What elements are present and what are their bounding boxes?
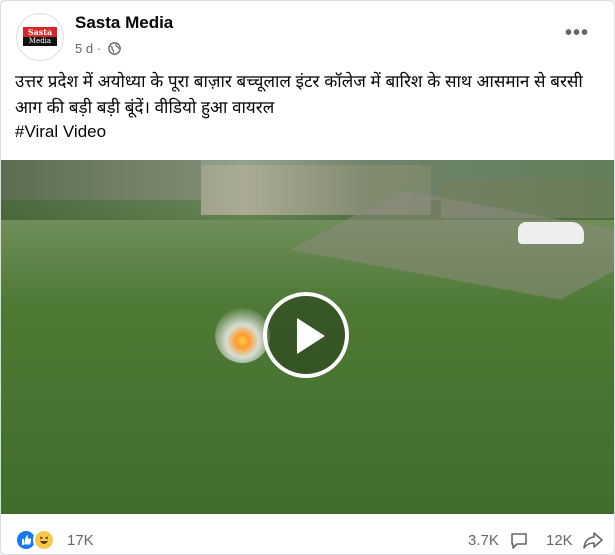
avatar-logo-bottom: Media — [23, 37, 57, 46]
share-icon[interactable] — [582, 530, 604, 554]
comment-count[interactable]: 3.7K — [468, 532, 499, 549]
video-player[interactable] — [1, 160, 614, 514]
comment-icon[interactable] — [509, 531, 529, 554]
page-avatar[interactable]: Sasta Media — [16, 13, 64, 61]
play-icon[interactable] — [263, 292, 349, 378]
avatar-logo-top: Sasta — [23, 27, 57, 37]
video-car — [518, 222, 584, 244]
video-fireball — [215, 308, 270, 363]
reaction-count[interactable]: 17K — [67, 532, 94, 549]
hashtag-link[interactable]: #Viral Video — [15, 122, 106, 142]
share-count[interactable]: 12K — [546, 532, 573, 549]
video-trees — [1, 160, 614, 220]
globe-icon — [107, 42, 121, 58]
post-meta: 5 d · — [75, 41, 121, 58]
post-card: Sasta Media Sasta Media 5 d · ••• उत्तर … — [0, 0, 615, 555]
haha-reaction-icon — [33, 529, 55, 551]
post-text: उत्तर प्रदेश में अयोध्या के पूरा बाज़ार … — [15, 72, 583, 117]
post-timestamp[interactable]: 5 d · — [75, 41, 101, 56]
more-options-icon[interactable]: ••• — [559, 19, 595, 47]
page-name-link[interactable]: Sasta Media — [75, 13, 173, 33]
